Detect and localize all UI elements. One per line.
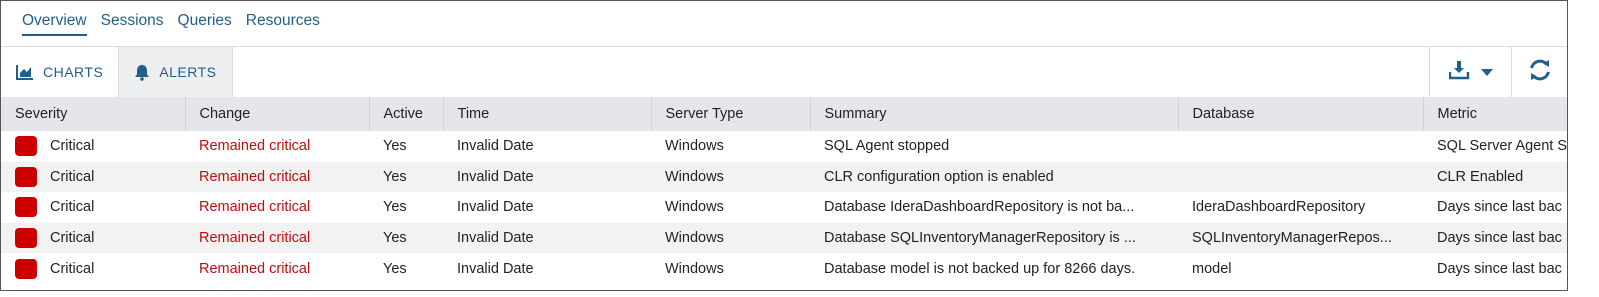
summary-cell: Database IderaDashboardRepository is not… <box>824 199 1135 216</box>
severity-cell: Critical <box>50 260 95 277</box>
server-type-cell: Windows <box>665 138 724 155</box>
critical-severity-icon <box>15 166 37 187</box>
summary-cell: SQL Agent stopped <box>824 138 950 155</box>
change-cell: Remained critical <box>199 199 311 216</box>
table-header-row: Severity Change Active Time Server Type … <box>1 97 1567 131</box>
server-type-cell: Windows <box>665 199 724 216</box>
bell-icon <box>134 64 150 81</box>
severity-cell: Critical <box>50 230 95 247</box>
active-cell: Yes <box>369 161 443 193</box>
tab-resources[interactable]: Resources <box>246 12 320 34</box>
active-cell: Yes <box>383 138 407 155</box>
active-cell: Yes <box>383 260 407 277</box>
database-cell: model <box>1192 260 1232 277</box>
column-header-server-type[interactable]: Server Type <box>651 97 811 131</box>
metric-cell: CLR Enabled <box>1423 161 1567 193</box>
severity-cell: Critical <box>50 199 95 216</box>
time-cell: Invalid Date <box>457 199 534 216</box>
charts-tab[interactable]: CHARTS <box>1 47 118 97</box>
refresh-button[interactable] <box>1511 47 1567 97</box>
view-toolbar: CHARTS ALERTS <box>1 47 1567 97</box>
summary-cell: Database SQLInventoryManagerRepository i… <box>810 222 1178 254</box>
table-row[interactable]: Critical Remained critical Yes Invalid D… <box>1 192 1567 223</box>
table-row[interactable]: Critical Remained critical Yes Invalid D… <box>1 131 1568 162</box>
time-cell: Invalid Date <box>443 222 651 254</box>
tab-queries[interactable]: Queries <box>178 12 232 34</box>
server-type-cell: Windows <box>651 161 810 193</box>
column-header-severity[interactable]: Severity <box>1 97 186 131</box>
change-cell: Remained critical <box>185 222 369 254</box>
charts-tab-label: CHARTS <box>43 64 104 80</box>
database-cell <box>1178 131 1423 162</box>
active-cell: Yes <box>369 222 443 254</box>
metric-cell: SQL Server Agent S <box>1437 138 1568 155</box>
column-header-summary[interactable]: Summary <box>810 97 1179 131</box>
area-chart-icon <box>16 64 34 80</box>
column-header-metric[interactable]: Metric <box>1423 97 1567 131</box>
change-cell: Remained critical <box>199 260 311 277</box>
metric-cell: Days since last bac <box>1437 199 1562 216</box>
time-cell: Invalid Date <box>457 260 534 277</box>
critical-severity-icon <box>15 228 37 249</box>
active-cell: Yes <box>383 199 407 216</box>
critical-severity-icon <box>15 258 37 279</box>
server-type-cell: Windows <box>665 260 724 277</box>
tab-sessions[interactable]: Sessions <box>101 12 164 34</box>
column-header-change[interactable]: Change <box>185 97 370 131</box>
change-cell: Remained critical <box>185 161 369 193</box>
alerts-tab[interactable]: ALERTS <box>118 47 233 97</box>
critical-severity-icon <box>15 197 37 218</box>
alerts-tab-label: ALERTS <box>159 64 217 80</box>
metric-cell: Days since last bac <box>1423 222 1567 254</box>
column-header-time[interactable]: Time <box>443 97 652 131</box>
critical-severity-icon <box>15 136 37 157</box>
metric-cell: Days since last bac <box>1437 260 1562 277</box>
refresh-icon <box>1527 57 1553 88</box>
time-cell: Invalid Date <box>457 138 534 155</box>
table-row[interactable]: Critical Remained critical Yes Invalid D… <box>1 222 1567 254</box>
severity-cell: Critical <box>50 138 95 155</box>
column-header-active[interactable]: Active <box>369 97 444 131</box>
database-cell <box>1178 161 1423 193</box>
server-type-cell: Windows <box>651 222 810 254</box>
database-cell: IderaDashboardRepository <box>1192 199 1366 216</box>
chevron-down-icon <box>1480 63 1493 81</box>
summary-cell: CLR configuration option is enabled <box>810 161 1178 193</box>
severity-cell: Critical <box>50 168 95 185</box>
export-button[interactable] <box>1429 47 1511 97</box>
top-nav: Overview Sessions Queries Resources <box>1 1 1567 47</box>
download-icon <box>1448 60 1471 85</box>
table-row[interactable]: Critical Remained critical Yes Invalid D… <box>1 161 1567 193</box>
tab-overview[interactable]: Overview <box>22 12 87 36</box>
table-row[interactable]: Critical Remained critical Yes Invalid D… <box>1 253 1567 284</box>
time-cell: Invalid Date <box>443 161 651 193</box>
column-header-database[interactable]: Database <box>1178 97 1424 131</box>
alerts-table: Severity Change Active Time Server Type … <box>1 97 1568 284</box>
change-cell: Remained critical <box>199 138 311 155</box>
summary-cell: Database model is not backed up for 8266… <box>824 260 1136 277</box>
alerts-panel: Overview Sessions Queries Resources CHAR… <box>0 0 1568 291</box>
database-cell: SQLInventoryManagerRepos... <box>1178 222 1423 254</box>
